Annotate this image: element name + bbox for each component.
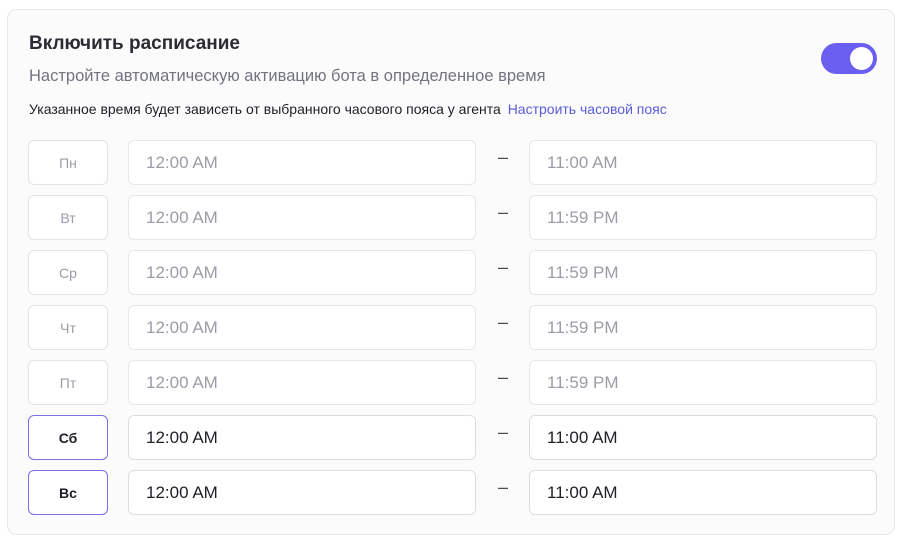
end-time-input-sun[interactable]: 11:00 AM	[529, 470, 877, 515]
end-time-input-tue[interactable]: 11:59 PM	[529, 195, 877, 240]
time-range-separator: –	[497, 147, 508, 167]
end-time-input-thu[interactable]: 11:59 PM	[529, 305, 877, 350]
time-range-separator: –	[497, 257, 508, 277]
day-toggle-mon[interactable]: Пн	[28, 140, 108, 185]
start-time-input-tue[interactable]: 12:00 AM	[128, 195, 476, 240]
end-time-input-sat[interactable]: 11:00 AM	[529, 415, 877, 460]
timezone-hint: Указанное время будет зависеть от выбран…	[29, 100, 667, 118]
day-toggle-sun[interactable]: Вс	[28, 470, 108, 515]
schedule-card: Включить расписание Настройте автоматиче…	[7, 9, 895, 535]
time-range-separator: –	[497, 202, 508, 222]
end-time-input-fri[interactable]: 11:59 PM	[529, 360, 877, 405]
schedule-enable-toggle[interactable]	[821, 43, 877, 74]
configure-timezone-link[interactable]: Настроить часовой пояс	[508, 101, 667, 117]
end-time-input-mon[interactable]: 11:00 AM	[529, 140, 877, 185]
end-time-input-wed[interactable]: 11:59 PM	[529, 250, 877, 295]
day-toggle-fri[interactable]: Пт	[28, 360, 108, 405]
time-range-separator: –	[497, 477, 508, 497]
start-time-input-mon[interactable]: 12:00 AM	[128, 140, 476, 185]
schedule-title: Включить расписание	[29, 33, 240, 54]
day-toggle-wed[interactable]: Ср	[28, 250, 108, 295]
day-toggle-thu[interactable]: Чт	[28, 305, 108, 350]
schedule-subtitle: Настройте автоматическую активацию бота …	[29, 67, 546, 85]
day-toggle-tue[interactable]: Вт	[28, 195, 108, 240]
toggle-knob	[850, 47, 873, 70]
time-range-separator: –	[497, 312, 508, 332]
start-time-input-sun[interactable]: 12:00 AM	[128, 470, 476, 515]
time-range-separator: –	[497, 422, 508, 442]
time-range-separator: –	[497, 367, 508, 387]
start-time-input-sat[interactable]: 12:00 AM	[128, 415, 476, 460]
start-time-input-thu[interactable]: 12:00 AM	[128, 305, 476, 350]
start-time-input-fri[interactable]: 12:00 AM	[128, 360, 476, 405]
timezone-hint-text: Указанное время будет зависеть от выбран…	[29, 101, 501, 117]
start-time-input-wed[interactable]: 12:00 AM	[128, 250, 476, 295]
day-toggle-sat[interactable]: Сб	[28, 415, 108, 460]
